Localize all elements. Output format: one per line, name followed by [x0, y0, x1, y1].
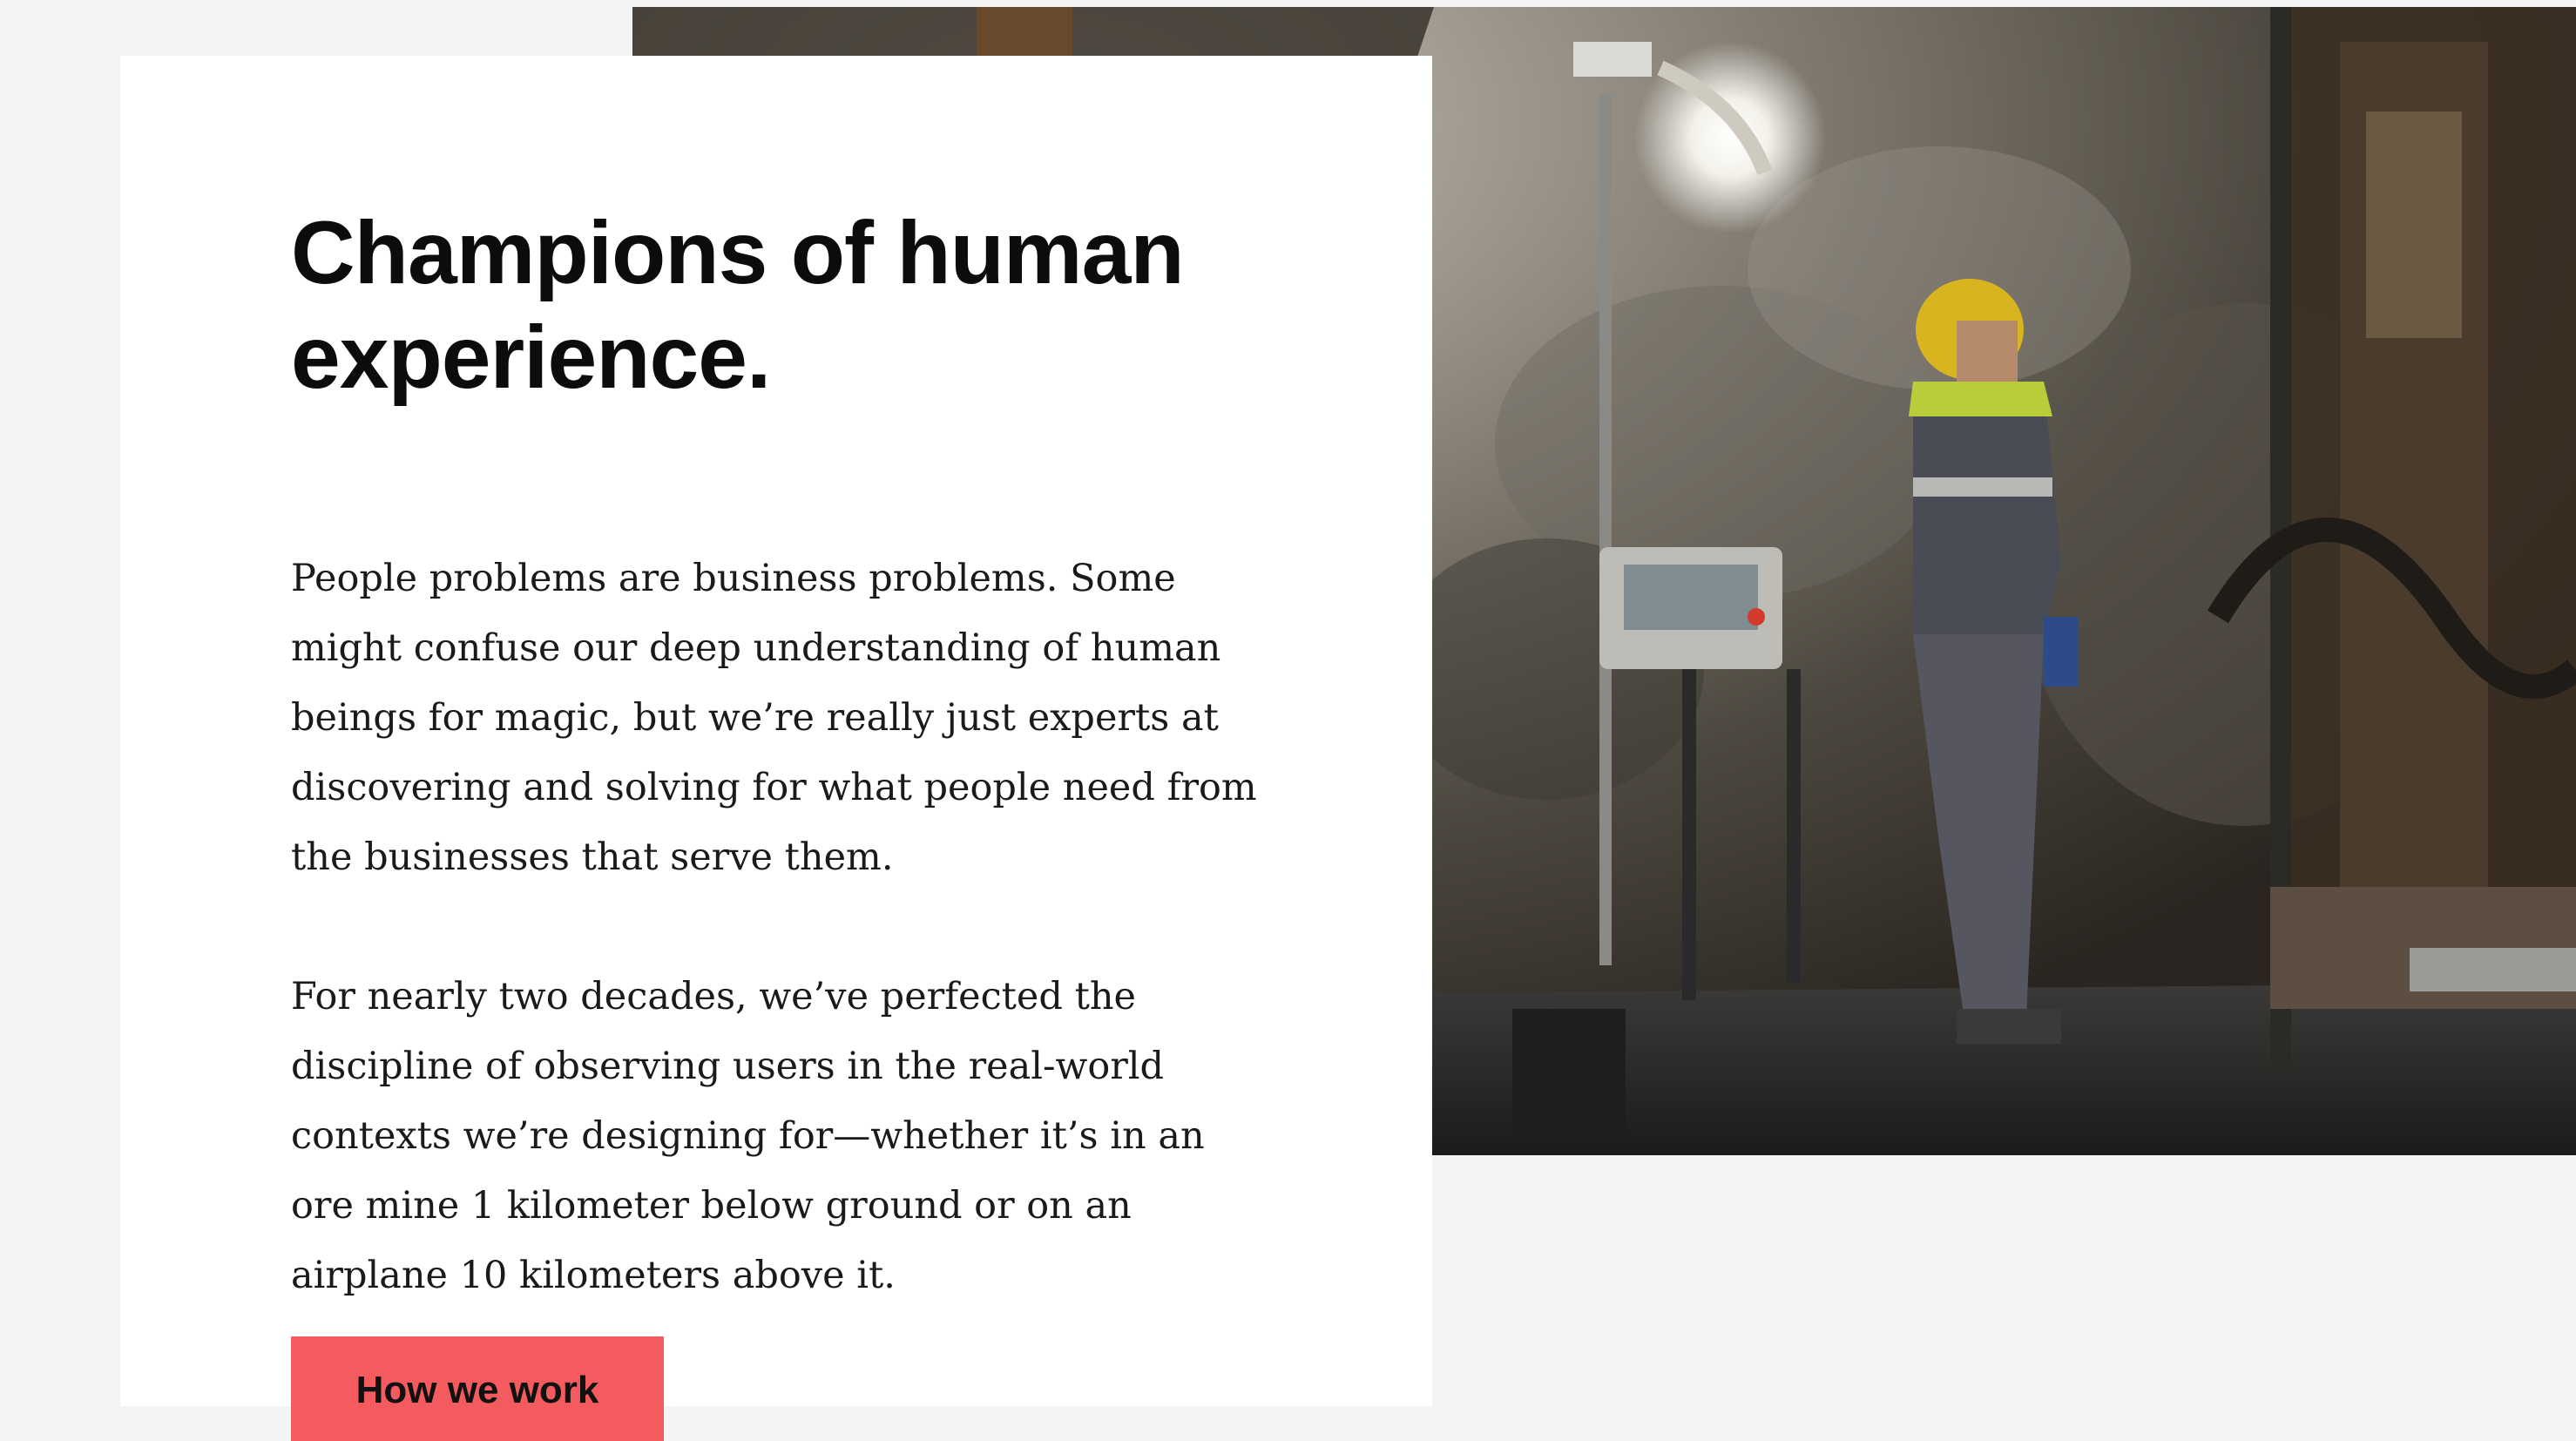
experience-paragraph: For nearly two decades, we’ve perfected …: [291, 975, 1205, 1297]
page: Champions of human experience. People pr…: [0, 0, 2576, 1441]
intro-paragraph: People problems are business problems. S…: [291, 557, 1257, 879]
page-title: Champions of human experience.: [291, 203, 1185, 407]
how-we-work-button[interactable]: How we work: [291, 1336, 664, 1441]
content-card: Champions of human experience. People pr…: [120, 56, 1432, 1406]
